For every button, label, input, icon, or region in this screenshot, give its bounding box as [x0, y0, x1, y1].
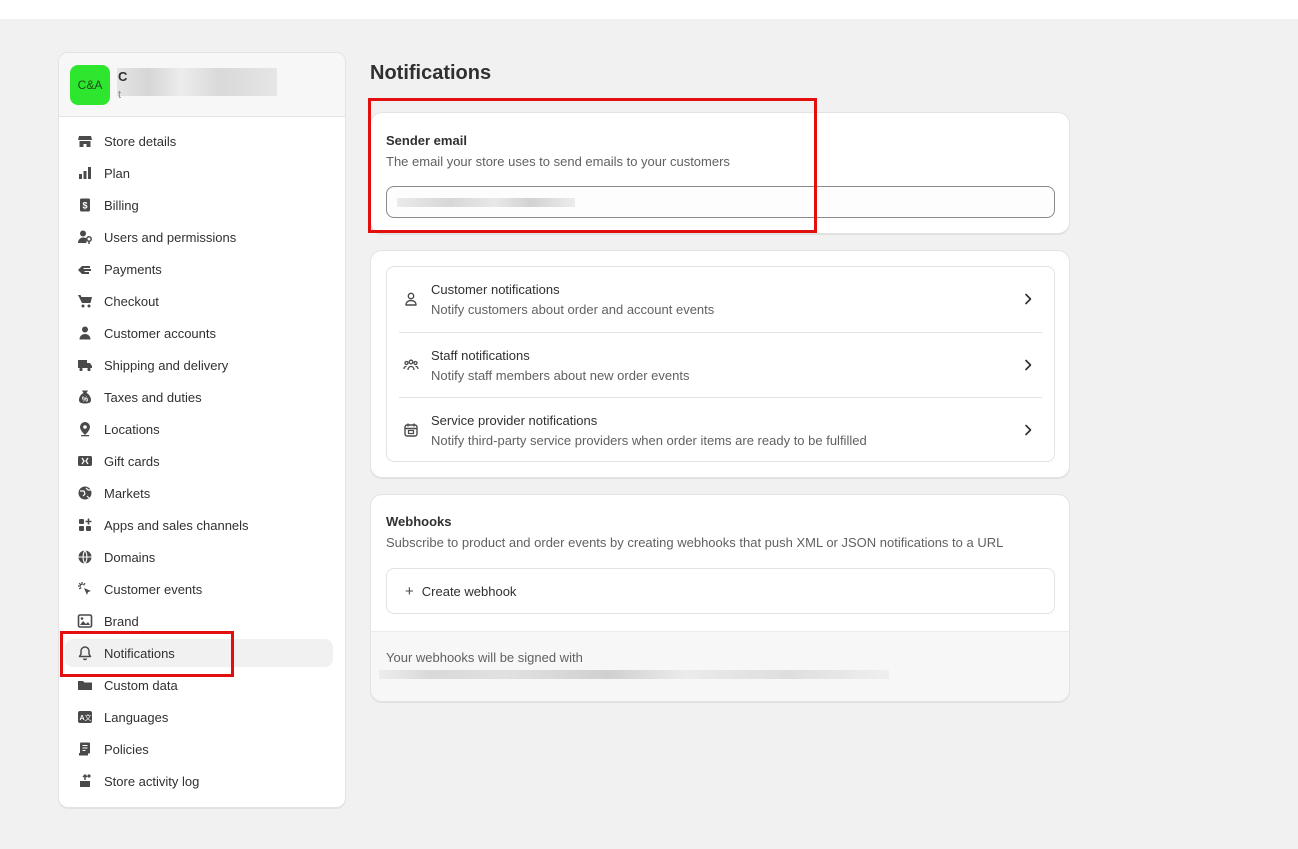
- apps-icon: [77, 517, 93, 533]
- sidebar-item-label: Taxes and duties: [104, 389, 202, 405]
- sidebar-item-markets[interactable]: Markets: [65, 479, 333, 507]
- sidebar-item-users[interactable]: Users and permissions: [65, 223, 333, 251]
- gift-card-icon: [77, 453, 93, 469]
- sidebar-item-taxes[interactable]: % Taxes and duties: [65, 383, 333, 411]
- highlight-box-notifications: [60, 631, 234, 677]
- notification-title: Service provider notifications: [431, 413, 598, 428]
- policy-icon: [77, 741, 93, 757]
- webhooks-card: Webhooks Subscribe to product and order …: [370, 494, 1070, 702]
- activity-icon: [77, 773, 93, 789]
- notification-description: Notify third-party service providers whe…: [431, 433, 867, 448]
- sidebar-item-languages[interactable]: A文 Languages: [65, 703, 333, 731]
- sidebar-item-label: Store activity log: [104, 773, 200, 789]
- sidebar-item-payments[interactable]: Payments: [65, 255, 333, 283]
- chevron-right-icon: [1025, 424, 1032, 436]
- webhooks-description: Subscribe to product and order events by…: [386, 535, 1004, 550]
- sidebar-item-locations[interactable]: Locations: [65, 415, 333, 443]
- staff-icon: [403, 359, 419, 371]
- chevron-right-icon: [1025, 359, 1032, 371]
- sidebar-item-activity-log[interactable]: Store activity log: [65, 767, 333, 795]
- sidebar-item-domains[interactable]: Domains: [65, 543, 333, 571]
- store-icon: [77, 133, 93, 149]
- sidebar-item-label: Store details: [104, 133, 177, 149]
- notifications-card: Customer notifications Notify customers …: [370, 250, 1070, 478]
- sidebar-item-shipping[interactable]: Shipping and delivery: [65, 351, 333, 379]
- cart-icon: [77, 293, 93, 309]
- cursor-icon: [77, 581, 93, 597]
- store-name-initial: C: [118, 69, 128, 84]
- create-webhook-label: Create webhook: [421, 583, 517, 599]
- settings-sidebar: C&A C t Store details Plan $ Billing Use…: [58, 52, 346, 808]
- webhook-signature-section: Your webhooks will be signed with: [371, 631, 1069, 701]
- notification-description: Notify customers about order and account…: [431, 302, 715, 317]
- sidebar-item-store-details[interactable]: Store details: [65, 127, 333, 155]
- billing-icon: $: [77, 197, 93, 213]
- webhook-signature-redacted: [379, 670, 889, 679]
- folder-icon: [77, 677, 93, 693]
- create-webhook-button[interactable]: + Create webhook: [386, 568, 1055, 614]
- person-icon: [77, 325, 93, 341]
- svg-text:文: 文: [85, 713, 92, 722]
- globe-icon: [77, 485, 93, 501]
- settings-nav: Store details Plan $ Billing Users and p…: [59, 117, 345, 795]
- page-title: Notifications: [370, 62, 492, 84]
- tax-icon: %: [77, 389, 93, 405]
- sidebar-item-apps[interactable]: Apps and sales channels: [65, 511, 333, 539]
- notification-description: Notify staff members about new order eve…: [431, 368, 690, 383]
- highlight-box-sender-email: [368, 98, 817, 233]
- sidebar-item-label: Gift cards: [104, 453, 160, 469]
- payments-icon: [77, 261, 93, 277]
- chevron-right-icon: [1025, 293, 1032, 305]
- sidebar-item-label: Apps and sales channels: [104, 517, 249, 533]
- sidebar-item-label: Customer accounts: [104, 325, 216, 341]
- store-url-initial: t: [118, 89, 122, 101]
- sidebar-item-label: Billing: [104, 197, 139, 213]
- webhook-signature-text: Your webhooks will be signed with: [386, 650, 583, 665]
- sidebar-item-label: Brand: [104, 613, 139, 629]
- calendar-icon: [404, 423, 418, 437]
- location-icon: [77, 421, 93, 437]
- sidebar-item-label: Payments: [104, 261, 162, 277]
- users-icon: [77, 229, 93, 245]
- notification-row-customer[interactable]: Customer notifications Notify customers …: [399, 267, 1042, 332]
- language-icon: A文: [77, 709, 93, 725]
- sidebar-item-label: Policies: [104, 741, 149, 757]
- svg-text:$: $: [82, 201, 87, 211]
- notification-row-staff[interactable]: Staff notifications Notify staff members…: [399, 332, 1042, 397]
- person-icon: [405, 292, 417, 306]
- sidebar-item-label: Languages: [104, 709, 169, 725]
- store-avatar: C&A: [70, 65, 110, 105]
- sidebar-item-customer-events[interactable]: Customer events: [65, 575, 333, 603]
- sidebar-item-gift-cards[interactable]: Gift cards: [65, 447, 333, 475]
- sidebar-item-label: Markets: [104, 485, 151, 501]
- truck-icon: [77, 357, 93, 373]
- sidebar-item-label: Domains: [104, 549, 156, 565]
- sidebar-item-label: Locations: [104, 421, 160, 437]
- top-bar: [0, 0, 1298, 19]
- sidebar-item-billing[interactable]: $ Billing: [65, 191, 333, 219]
- notification-row-service-provider[interactable]: Service provider notifications Notify th…: [399, 397, 1042, 462]
- sidebar-item-plan[interactable]: Plan: [65, 159, 333, 187]
- globe-icon: [77, 549, 93, 565]
- sidebar-item-label: Shipping and delivery: [104, 357, 229, 373]
- sidebar-item-label: Checkout: [104, 293, 159, 309]
- sidebar-item-checkout[interactable]: Checkout: [65, 287, 333, 315]
- webhooks-title: Webhooks: [386, 514, 452, 529]
- svg-text:%: %: [82, 397, 89, 404]
- plan-icon: [77, 165, 93, 181]
- store-header[interactable]: C&A C t: [59, 53, 345, 117]
- notification-title: Customer notifications: [431, 282, 560, 297]
- sidebar-item-label: Plan: [104, 165, 131, 181]
- sidebar-item-label: Users and permissions: [104, 229, 237, 245]
- notification-title: Staff notifications: [431, 348, 530, 363]
- sidebar-item-label: Custom data: [104, 677, 178, 693]
- sidebar-item-customer-accounts[interactable]: Customer accounts: [65, 319, 333, 347]
- store-name-redacted: [117, 68, 277, 96]
- plus-icon: +: [405, 582, 414, 600]
- notification-list: Customer notifications Notify customers …: [386, 266, 1055, 462]
- sidebar-item-policies[interactable]: Policies: [65, 735, 333, 763]
- brand-icon: [77, 613, 93, 629]
- sidebar-item-label: Customer events: [104, 581, 203, 597]
